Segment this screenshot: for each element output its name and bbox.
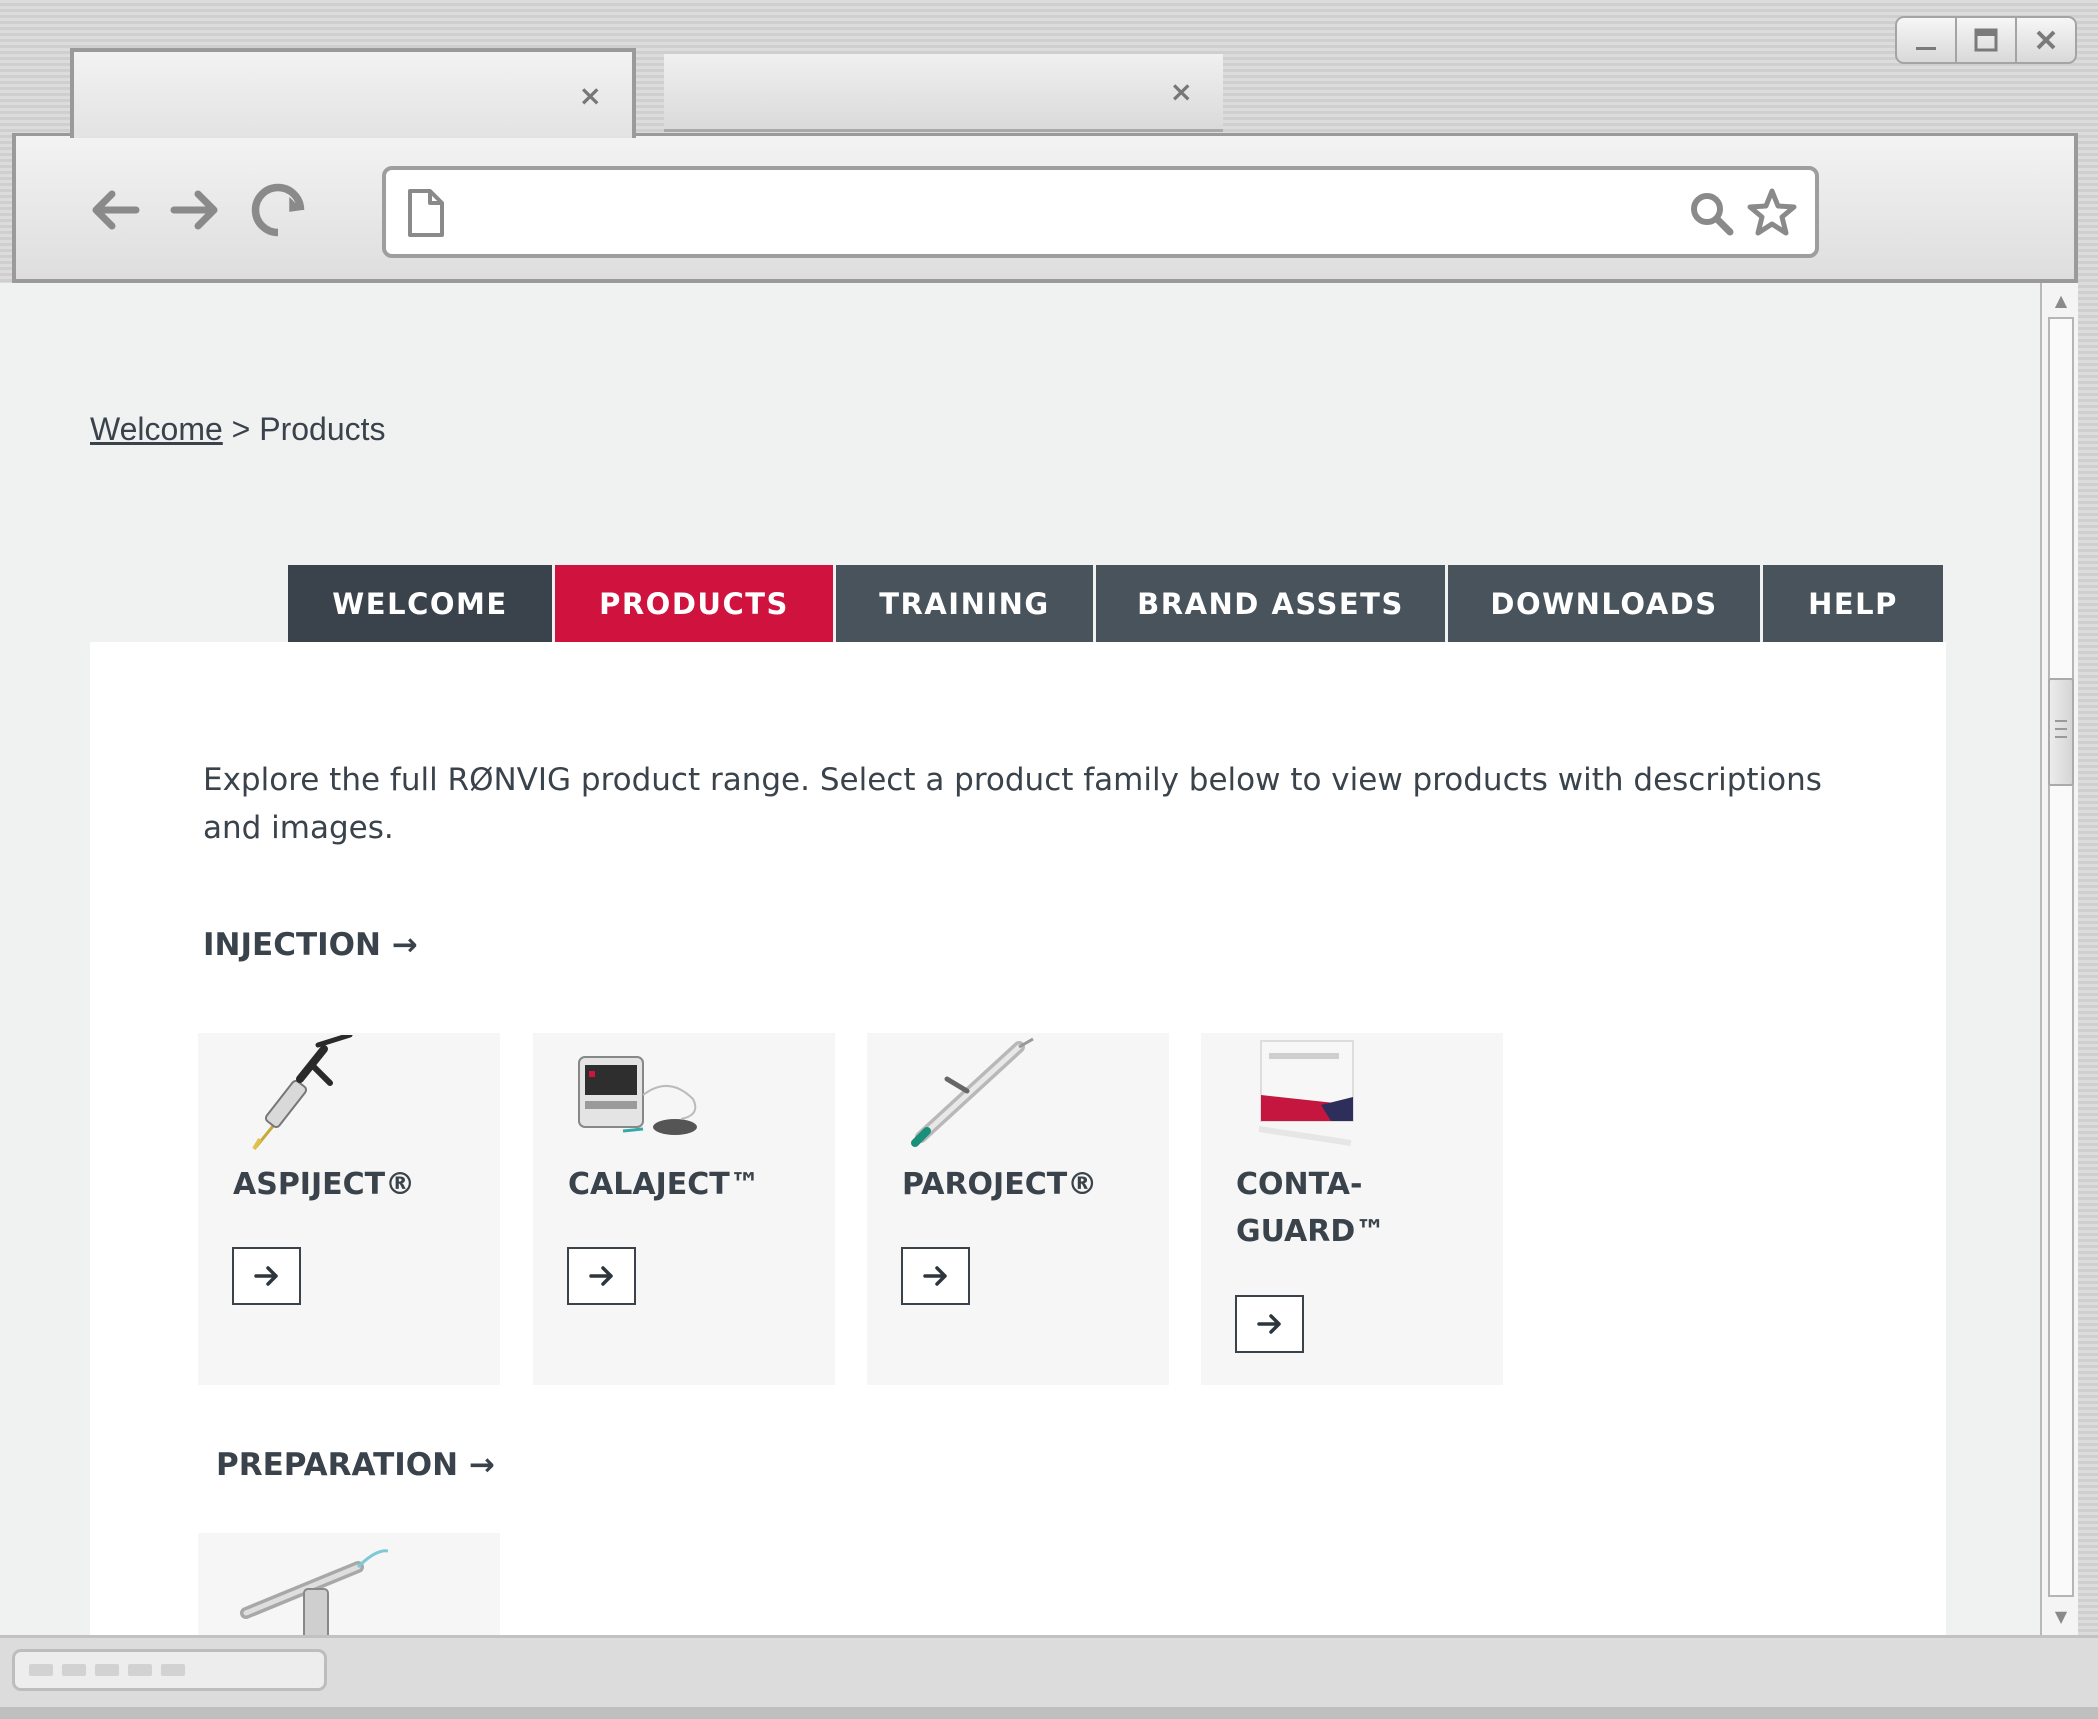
product-open-button[interactable] [901,1247,970,1305]
nav-tab-welcome[interactable]: WELCOME [288,565,552,642]
calaject-image [578,1056,697,1135]
product-name: ASPIJECT® [233,1167,416,1202]
window-controls [1895,16,2077,64]
browser-tab-active[interactable]: × [70,48,636,138]
product-card-paroject[interactable]: PAROJECT® [867,1033,1169,1385]
product-name: PAROJECT® [902,1167,1098,1202]
status-dot [161,1664,185,1676]
breadcrumb-welcome-link[interactable]: Welcome [90,411,223,447]
tab-close-button[interactable]: × [1170,75,1193,108]
status-dot [128,1664,152,1676]
main-navigation: WELCOME PRODUCTS TRAINING BRAND ASSETS D… [288,565,1943,642]
star-icon[interactable] [1746,187,1798,239]
paroject-image [911,1037,1034,1147]
product-open-button[interactable] [1235,1295,1304,1353]
maximize-icon [1974,28,1998,52]
arrow-right-icon [1256,1314,1281,1334]
product-open-button[interactable] [567,1247,636,1305]
back-button[interactable] [86,178,146,242]
breadcrumb-separator: > [231,411,251,447]
aspiject-image [252,1035,353,1151]
nav-tab-products[interactable]: PRODUCTS [555,565,833,642]
status-bar [0,1635,2098,1707]
close-window-button[interactable] [2017,18,2075,62]
nav-tab-brand-assets[interactable]: BRAND ASSETS [1096,565,1445,642]
conta-guard-image [1258,1040,1354,1146]
reload-icon [251,183,305,237]
breadcrumb-current: Products [259,411,386,447]
intro-text: Explore the full RØNVIG product range. S… [203,762,1822,846]
chevron-down-icon[interactable]: ▼ [2042,1601,2080,1631]
browser-tab[interactable]: × [664,54,1223,132]
product-name: CALAJECT™ [568,1167,760,1202]
close-icon [2036,30,2056,50]
product-name: CONTA-GUARD™ [1236,1167,1386,1249]
maximize-button[interactable] [1957,18,2017,62]
minimize-icon [1916,47,1936,50]
nav-tab-downloads[interactable]: DOWNLOADS [1448,565,1760,642]
search-icon[interactable] [1688,190,1736,238]
arrow-left-icon [92,190,140,230]
breadcrumb: Welcome > Products [90,411,386,448]
status-dot [95,1664,119,1676]
arrow-right-icon [922,1266,947,1286]
window-bottom-edge [0,1707,2098,1719]
preparation-product-image [240,1549,388,1635]
arrow-right-icon [253,1266,278,1286]
nav-tab-training[interactable]: TRAINING [836,565,1093,642]
product-card-aspiject[interactable]: ASPIJECT® [198,1033,500,1385]
family-title-injection[interactable]: INJECTION → [203,927,418,963]
product-open-button[interactable] [232,1247,301,1305]
tab-close-button[interactable]: × [579,79,602,112]
page-icon [408,189,444,237]
product-card-conta-guard[interactable]: CONTA-GUARD™ [1201,1033,1503,1385]
vertical-scrollbar[interactable]: ▲ ▼ [2040,283,2078,1635]
arrow-right-icon [588,1266,613,1286]
scrollbar-track[interactable] [2048,317,2074,1597]
minimize-button[interactable] [1897,18,1957,62]
reload-button[interactable] [248,178,308,242]
page-viewport: Welcome > Products WELCOME PRODUCTS TRAI… [0,283,2040,1635]
products-content: Explore the full RØNVIG product range. S… [90,642,1946,1635]
product-card-preparation[interactable] [198,1533,500,1635]
status-dot [29,1664,53,1676]
chevron-up-icon[interactable]: ▲ [2042,285,2080,315]
status-dot [62,1664,86,1676]
scrollbar-thumb[interactable] [2048,678,2074,786]
family-title-preparation[interactable]: PREPARATION → [216,1447,495,1483]
address-bar[interactable] [382,166,1819,258]
arrow-right-icon [170,190,218,230]
nav-tab-help[interactable]: HELP [1763,565,1943,642]
forward-button[interactable] [164,178,224,242]
status-indicator [12,1649,327,1691]
product-card-calaject[interactable]: CALAJECT™ [533,1033,835,1385]
